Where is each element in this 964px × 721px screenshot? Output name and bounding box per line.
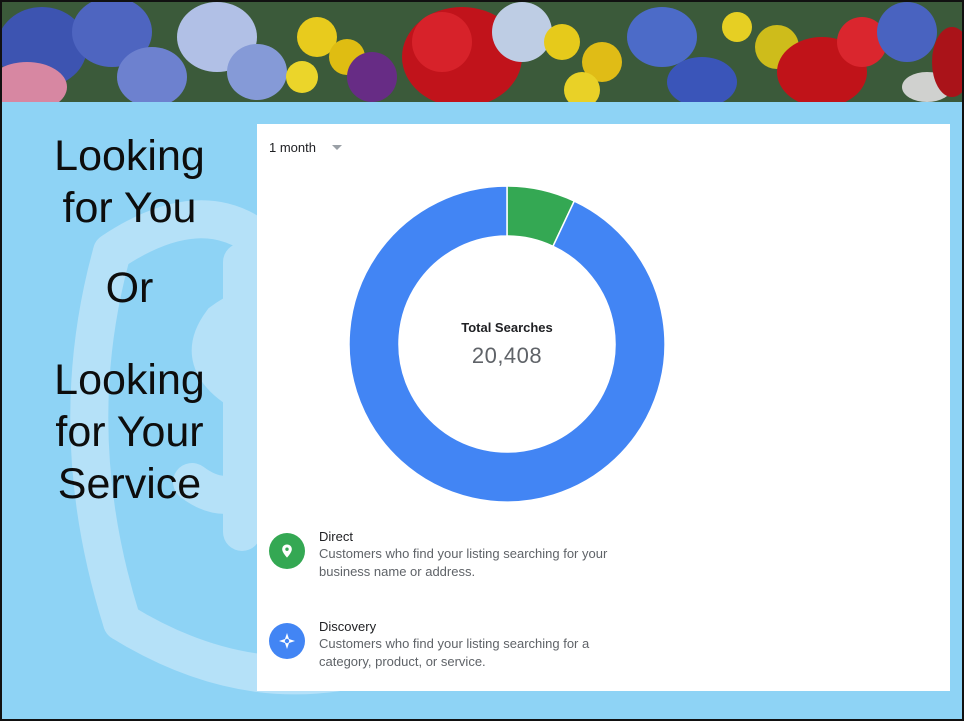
heading-line-4: Looking: [54, 356, 205, 404]
legend-title-direct: Direct: [319, 529, 353, 544]
legend-desc-direct: Customers who find your listing searchin…: [319, 546, 608, 579]
slide-heading: Looking for You Or Looking for Your Serv…: [2, 130, 257, 510]
period-label: 1 month: [269, 139, 316, 155]
legend-desc-discovery: Customers who find your listing searchin…: [319, 636, 590, 669]
slide: Looking for You Or Looking for Your Serv…: [0, 0, 964, 721]
map-pin-icon: [269, 533, 305, 569]
donut-center: Total Searches 20,408: [347, 184, 667, 504]
heading-or: Or: [105, 264, 154, 312]
chevron-down-icon: [331, 144, 342, 150]
heading-line-2: for You: [62, 184, 197, 232]
legend-title-discovery: Discovery: [319, 619, 377, 634]
legend-item-direct: Direct Customers who find your listing s…: [269, 529, 619, 581]
search-insights-card: 1 month Total Searches 20,408 Direct Cus…: [257, 124, 950, 691]
flower-banner-image: [2, 2, 962, 102]
legend-item-discovery: Discovery Customers who find your listin…: [269, 619, 619, 671]
heading-line-5: for Your: [55, 408, 204, 456]
heading-line-6: Service: [57, 460, 202, 508]
total-searches-label: Total Searches: [461, 319, 553, 335]
heading-line-1: Looking: [54, 132, 205, 180]
compass-icon: [269, 623, 305, 659]
period-dropdown[interactable]: 1 month: [269, 136, 342, 158]
total-searches-value: 20,408: [471, 342, 543, 368]
